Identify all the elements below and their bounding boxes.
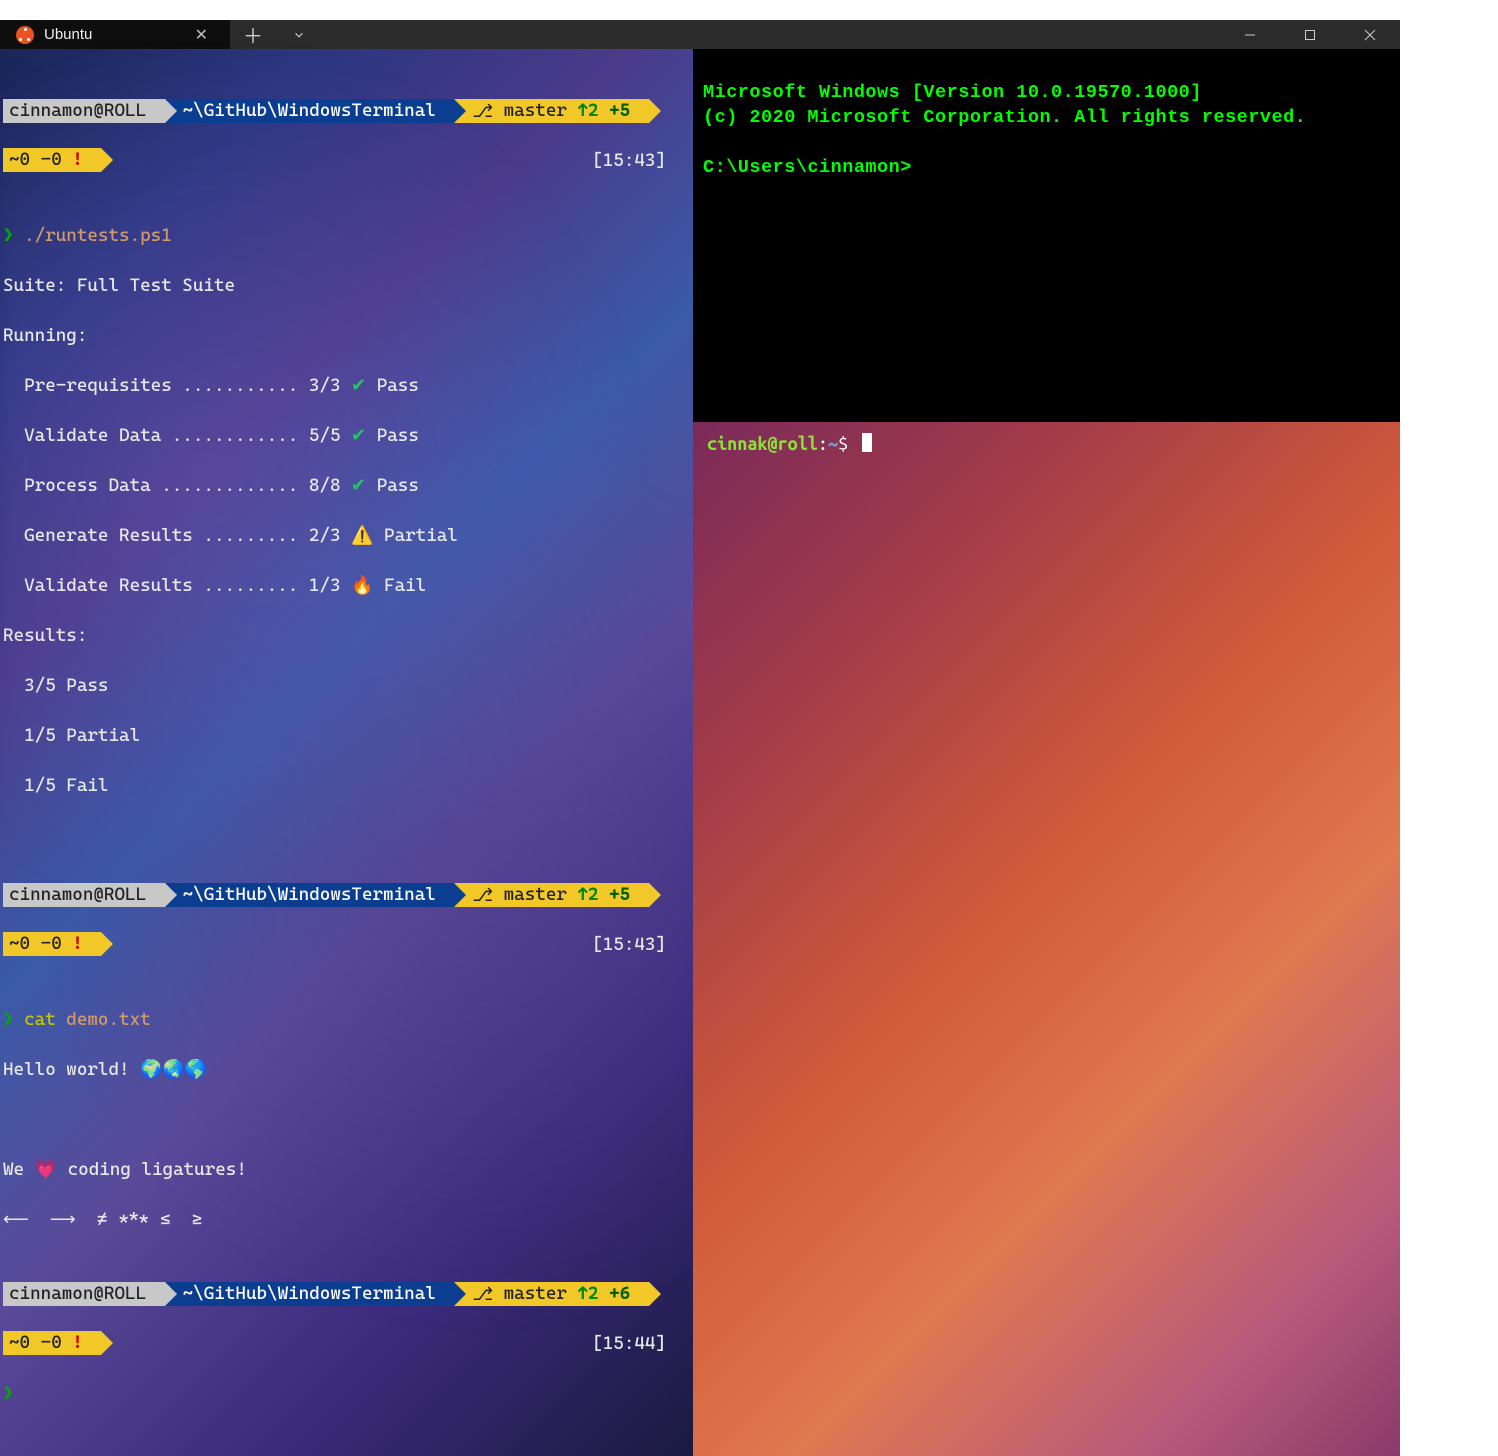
output-line: 3/5 Pass [3,673,690,698]
minimize-icon [1244,29,1256,41]
ubuntu-pane[interactable]: cinnak@roll:~$ [693,422,1400,1456]
prompt-caret: ❯ [3,225,24,246]
check-icon: ✔ [351,425,366,446]
check-icon: ✔ [351,375,366,396]
prompt-time: [15:44] [592,1331,690,1356]
tab-ubuntu[interactable]: Ubuntu ✕ [0,20,230,49]
close-window-button[interactable] [1340,20,1400,49]
check-icon: ✔ [351,475,366,496]
cmd-pane[interactable]: Microsoft Windows [Version 10.0.19570.10… [693,49,1400,422]
prompt-path: ~\GitHub\WindowsTerminal [165,1282,455,1306]
right-column: Microsoft Windows [Version 10.0.19570.10… [693,49,1400,1456]
test-row: Process Data ............. 8/8 ✔ Pass [3,473,690,498]
ubuntu-path: ~ [828,434,838,454]
cmd-prompt: C:\Users\cinnamon> [703,157,912,178]
new-tab-button[interactable]: ＋ [230,20,276,49]
close-icon [1364,29,1376,41]
output-line: ⟵ ⟶ ≠ *** ≤ ≥ [3,1207,690,1232]
output-line: Hello world! 🌍🌏🌎 [3,1057,690,1082]
output-line: 1/5 Partial [3,723,690,748]
output-line: Suite: Full Test Suite [3,273,690,298]
test-row: Validate Data ............ 5/5 ✔ Pass [3,423,690,448]
ubuntu-user: cinnak@roll [707,434,818,454]
prompt-caret: ❯ [3,1009,24,1030]
output-line: Running: [3,323,690,348]
prompt-host: cinnamon@ROLL [3,99,165,123]
warning-icon: ⚠️ [351,525,373,546]
prompt-branch: ⎇ master ↑2 +6 [454,1282,648,1306]
command-text: ./runtests.ps1 [24,225,172,246]
test-row: Pre-requisites ........... 3/3 ✔ Pass [3,373,690,398]
panes-container: cinnamon@ROLL ~\GitHub\WindowsTerminal ⎇… [0,49,1400,1456]
output-line: 1/5 Fail [3,773,690,798]
prompt-status: ~0 -0 ! [3,1331,101,1355]
output-line: Results: [3,623,690,648]
title-bar: Ubuntu ✕ ＋ [0,20,1400,49]
prompt-time: [15:43] [592,932,690,957]
powershell-pane[interactable]: cinnamon@ROLL ~\GitHub\WindowsTerminal ⎇… [0,49,693,1456]
maximize-button[interactable] [1280,20,1340,49]
prompt-status: ~0 -0 ! [3,148,101,172]
tab-dropdown-button[interactable] [276,20,322,49]
terminal-window: Ubuntu ✕ ＋ cinnamon@ROLL ~\GitHub\Window… [0,20,1400,830]
command-arg: demo.txt [66,1009,150,1030]
prompt-path: ~\GitHub\WindowsTerminal [165,99,455,123]
test-row: Validate Results ......... 1/3 🔥 Fail [3,573,690,598]
prompt-branch: ⎇ master ↑2 +5 [454,883,648,907]
fire-icon: 🔥 [351,575,373,596]
cursor-block [862,433,872,452]
cmd-banner-line: (c) 2020 Microsoft Corporation. All righ… [703,107,1306,128]
git-branch-icon: ⎇ [472,884,493,908]
prompt-caret: ❯ [3,1383,14,1404]
tabs-area: Ubuntu ✕ ＋ [0,20,1220,49]
window-controls [1220,20,1400,49]
output-line: We 💗 coding ligatures! [3,1157,690,1182]
chevron-down-icon [292,28,306,42]
git-branch-icon: ⎇ [472,1283,493,1307]
prompt-path: ~\GitHub\WindowsTerminal [165,883,455,907]
prompt-host: cinnamon@ROLL [3,883,165,907]
tab-title: Ubuntu [44,26,179,43]
prompt-branch: ⎇ master ↑2 +5 [454,99,648,123]
ubuntu-icon [16,26,34,44]
maximize-icon [1304,29,1316,41]
ubuntu-output: cinnak@roll:~$ [693,422,1400,467]
test-row: Generate Results ......... 2/3 ⚠️ Partia… [3,523,690,548]
git-branch-icon: ⎇ [472,100,493,124]
prompt-host: cinnamon@ROLL [3,1282,165,1306]
close-tab-button[interactable]: ✕ [189,21,214,49]
prompt-status: ~0 -0 ! [3,932,101,956]
cmd-banner-line: Microsoft Windows [Version 10.0.19570.10… [703,82,1202,103]
command-text: cat [24,1009,66,1030]
powershell-output: cinnamon@ROLL ~\GitHub\WindowsTerminal ⎇… [0,49,693,1456]
prompt-time: [15:43] [592,148,690,173]
minimize-button[interactable] [1220,20,1280,49]
